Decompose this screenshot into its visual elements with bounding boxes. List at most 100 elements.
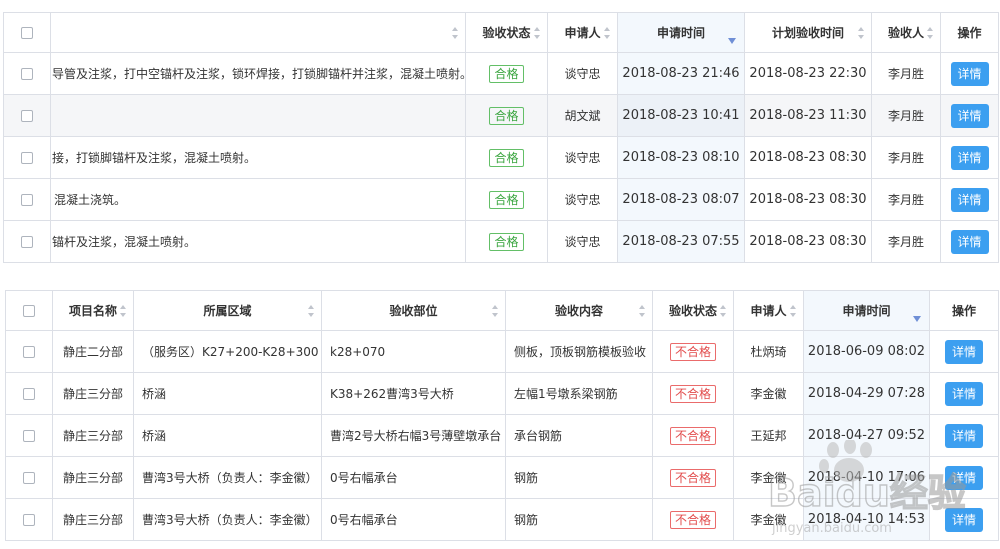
column-header-plan-time[interactable]: 计划验收时间 (744, 12, 872, 53)
apply-time-cell: 2018-08-23 08:10 (617, 136, 745, 179)
status-badge: 合格 (489, 190, 524, 209)
row-checkbox[interactable] (23, 514, 35, 526)
status-badge: 合格 (489, 64, 524, 83)
row-checkbox[interactable] (21, 152, 33, 164)
table-row: 混凝土浇筑。 合格 谈守忠 2018-08-23 08:07 2018-08-2… (3, 178, 999, 221)
details-button[interactable]: 详情 (945, 465, 983, 490)
column-header-part[interactable]: 验收部位 (321, 290, 506, 331)
column-header-status[interactable]: 验收状态 (465, 12, 548, 53)
column-header-project[interactable]: 项目名称 (52, 290, 134, 331)
sort-icon[interactable] (790, 304, 797, 317)
apply-time-cell: 2018-08-23 07:55 (617, 220, 745, 263)
applicant-cell: 李金徽 (733, 456, 804, 499)
status-badge: 不合格 (669, 510, 716, 529)
details-button[interactable]: 详情 (950, 103, 989, 128)
column-header-applicant[interactable]: 申请人 (547, 12, 618, 53)
content-cell: 接，打锁脚锚杆及注浆，混凝土喷射。 (50, 136, 466, 179)
column-header-region[interactable]: 所属区域 (133, 290, 322, 331)
action-cell: 详情 (929, 330, 999, 373)
project-cell: 静庄三分部 (52, 372, 134, 415)
select-all-checkbox[interactable] (23, 305, 35, 317)
column-header-content[interactable]: 验收内容 (505, 290, 653, 331)
content-cell: 导管及注浆，打中空锚杆及注浆，锁环焊接，打锁脚锚杆并注浆，混凝土喷射。 (50, 52, 466, 95)
sort-icon[interactable] (492, 304, 499, 317)
action-cell: 详情 (929, 456, 999, 499)
apply-time-cell: 2018-04-10 17:06 (803, 456, 930, 499)
row-checkbox[interactable] (21, 110, 33, 122)
column-header-applicant[interactable]: 申请人 (733, 290, 804, 331)
status-cell: 不合格 (652, 372, 734, 415)
row-checkbox-cell (5, 414, 53, 457)
status-cell: 不合格 (652, 414, 734, 457)
details-button[interactable]: 详情 (950, 187, 989, 212)
details-button[interactable]: 详情 (945, 381, 983, 406)
row-checkbox[interactable] (23, 430, 35, 442)
row-checkbox-cell (3, 178, 51, 221)
sort-descending-icon[interactable] (913, 316, 921, 322)
sort-icon[interactable] (452, 26, 459, 39)
row-checkbox-cell (5, 372, 53, 415)
status-cell: 合格 (465, 178, 548, 221)
project-cell: 静庄三分部 (52, 498, 134, 541)
sort-icon[interactable] (858, 26, 865, 39)
status-cell: 不合格 (652, 498, 734, 541)
column-header-content[interactable] (50, 12, 466, 53)
sort-icon[interactable] (927, 26, 934, 39)
details-button[interactable]: 详情 (950, 61, 989, 86)
table-header-row: 验收状态 申请人 申请时间 计划验收时间 验收人 操作 (3, 12, 999, 53)
sort-descending-icon[interactable] (728, 38, 736, 44)
applicant-cell: 李金徽 (733, 498, 804, 541)
column-header-inspector[interactable]: 验收人 (871, 12, 941, 53)
select-all-checkbox[interactable] (21, 27, 33, 39)
sort-icon[interactable] (534, 26, 541, 39)
plan-time-cell: 2018-08-23 11:30 (744, 94, 872, 137)
inspector-cell: 李月胜 (871, 94, 941, 137)
applicant-cell: 谈守忠 (547, 136, 618, 179)
details-button[interactable]: 详情 (950, 145, 989, 170)
region-cell: 曹湾3号大桥（负责人：李金徽） (133, 498, 322, 541)
row-checkbox[interactable] (23, 388, 35, 400)
sort-icon[interactable] (120, 304, 127, 317)
details-button[interactable]: 详情 (950, 229, 989, 254)
status-cell: 合格 (465, 136, 548, 179)
details-button[interactable]: 详情 (945, 507, 983, 532)
column-header-status[interactable]: 验收状态 (652, 290, 734, 331)
applicant-cell: 李金徽 (733, 372, 804, 415)
content-cell: 左幅1号墩系梁钢筋 (505, 372, 653, 415)
sort-icon[interactable] (639, 304, 646, 317)
row-checkbox[interactable] (21, 236, 33, 248)
table-row: 静庄二分部 （服务区）K27+200-K28+300 k28+070 侧板，顶板… (5, 330, 999, 373)
sort-icon[interactable] (308, 304, 315, 317)
column-header-apply-time[interactable]: 申请时间 (617, 12, 745, 53)
part-cell: 曹湾2号大桥右幅3号薄壁墩承台 (321, 414, 506, 457)
row-checkbox[interactable] (23, 346, 35, 358)
sort-icon[interactable] (604, 26, 611, 39)
apply-time-cell: 2018-08-23 10:41 (617, 94, 745, 137)
row-checkbox[interactable] (21, 194, 33, 206)
details-button[interactable]: 详情 (945, 423, 983, 448)
action-cell: 详情 (940, 178, 999, 221)
row-checkbox-cell (3, 220, 51, 263)
inspector-cell: 李月胜 (871, 136, 941, 179)
apply-time-cell: 2018-04-29 07:28 (803, 372, 930, 415)
row-checkbox-cell (3, 52, 51, 95)
details-button[interactable]: 详情 (945, 339, 983, 364)
apply-time-cell: 2018-04-10 14:53 (803, 498, 930, 541)
row-checkbox-cell (5, 456, 53, 499)
plan-time-cell: 2018-08-23 22:30 (744, 52, 872, 95)
plan-time-cell: 2018-08-23 08:30 (744, 136, 872, 179)
applicant-cell: 胡文斌 (547, 94, 618, 137)
column-header-apply-time[interactable]: 申请时间 (803, 290, 930, 331)
project-cell: 静庄二分部 (52, 330, 134, 373)
status-badge: 不合格 (669, 468, 716, 487)
table-row: 接，打锁脚锚杆及注浆，混凝土喷射。 合格 谈守忠 2018-08-23 08:1… (3, 136, 999, 179)
row-checkbox[interactable] (21, 68, 33, 80)
table-row: 静庄三分部 桥涵 K38+262曹湾3号大桥 左幅1号墩系梁钢筋 不合格 李金徽… (5, 372, 999, 415)
select-all-cell (5, 290, 53, 331)
inspector-cell: 李月胜 (871, 220, 941, 263)
status-cell: 不合格 (652, 330, 734, 373)
row-checkbox[interactable] (23, 472, 35, 484)
apply-time-cell: 2018-06-09 08:02 (803, 330, 930, 373)
sort-icon[interactable] (720, 304, 727, 317)
status-cell: 合格 (465, 94, 548, 137)
